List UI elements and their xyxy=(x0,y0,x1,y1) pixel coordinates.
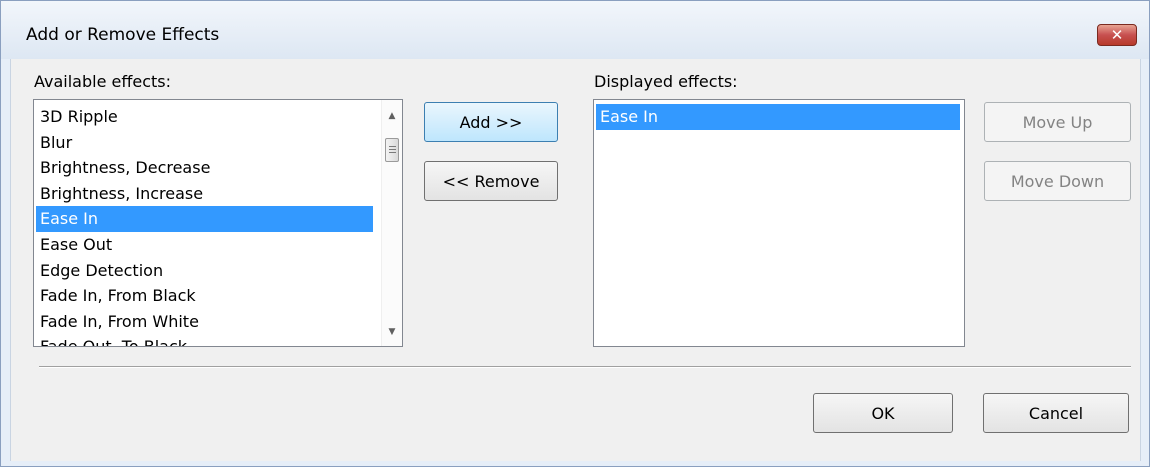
list-item[interactable]: Brightness, Decrease xyxy=(36,155,373,181)
add-button[interactable]: Add >> xyxy=(424,102,558,142)
vertical-scrollbar[interactable]: ▲ ▼ xyxy=(381,100,402,346)
dialog-window: Add or Remove Effects ✕ Available effect… xyxy=(0,0,1150,467)
dialog-title: Add or Remove Effects xyxy=(26,25,220,45)
close-button[interactable]: ✕ xyxy=(1097,24,1137,46)
displayed-effects-items: Ease In xyxy=(596,104,960,130)
separator-line xyxy=(39,366,1131,368)
list-item-selected[interactable]: Ease In xyxy=(596,104,960,130)
list-item[interactable]: Fade In, From Black xyxy=(36,283,373,309)
list-item[interactable]: Fade Out, To Black xyxy=(36,334,373,346)
list-item[interactable]: Fade In, From White xyxy=(36,309,373,335)
list-item[interactable]: Blur xyxy=(36,130,373,156)
move-down-button: Move Down xyxy=(984,161,1131,201)
list-item[interactable]: Edge Detection xyxy=(36,258,373,284)
scroll-up-arrow-icon[interactable]: ▲ xyxy=(382,106,402,126)
title-bar: Add or Remove Effects ✕ xyxy=(1,1,1149,59)
dialog-body: Available effects: 3D Ripple Blur Bright… xyxy=(10,59,1141,461)
displayed-effects-list[interactable]: Ease In xyxy=(593,99,965,347)
available-effects-label: Available effects: xyxy=(34,72,172,91)
cancel-button[interactable]: Cancel xyxy=(983,393,1129,433)
list-item[interactable]: Brightness, Increase xyxy=(36,181,373,207)
move-up-button: Move Up xyxy=(984,102,1131,142)
grip-line xyxy=(389,146,396,147)
grip-line xyxy=(389,149,396,150)
ok-button[interactable]: OK xyxy=(813,393,953,433)
scroll-down-arrow-icon[interactable]: ▼ xyxy=(382,322,402,342)
remove-button[interactable]: << Remove xyxy=(424,161,558,201)
list-item[interactable]: Ease Out xyxy=(36,232,373,258)
scrollbar-thumb[interactable] xyxy=(385,138,399,162)
list-item[interactable]: 3D Ripple xyxy=(36,104,373,130)
available-effects-list[interactable]: 3D Ripple Blur Brightness, Decrease Brig… xyxy=(33,99,403,347)
available-effects-items: 3D Ripple Blur Brightness, Decrease Brig… xyxy=(36,104,373,346)
grip-line xyxy=(389,152,396,153)
list-item-selected[interactable]: Ease In xyxy=(36,206,373,232)
displayed-effects-label: Displayed effects: xyxy=(594,72,738,91)
close-icon: ✕ xyxy=(1110,26,1124,44)
